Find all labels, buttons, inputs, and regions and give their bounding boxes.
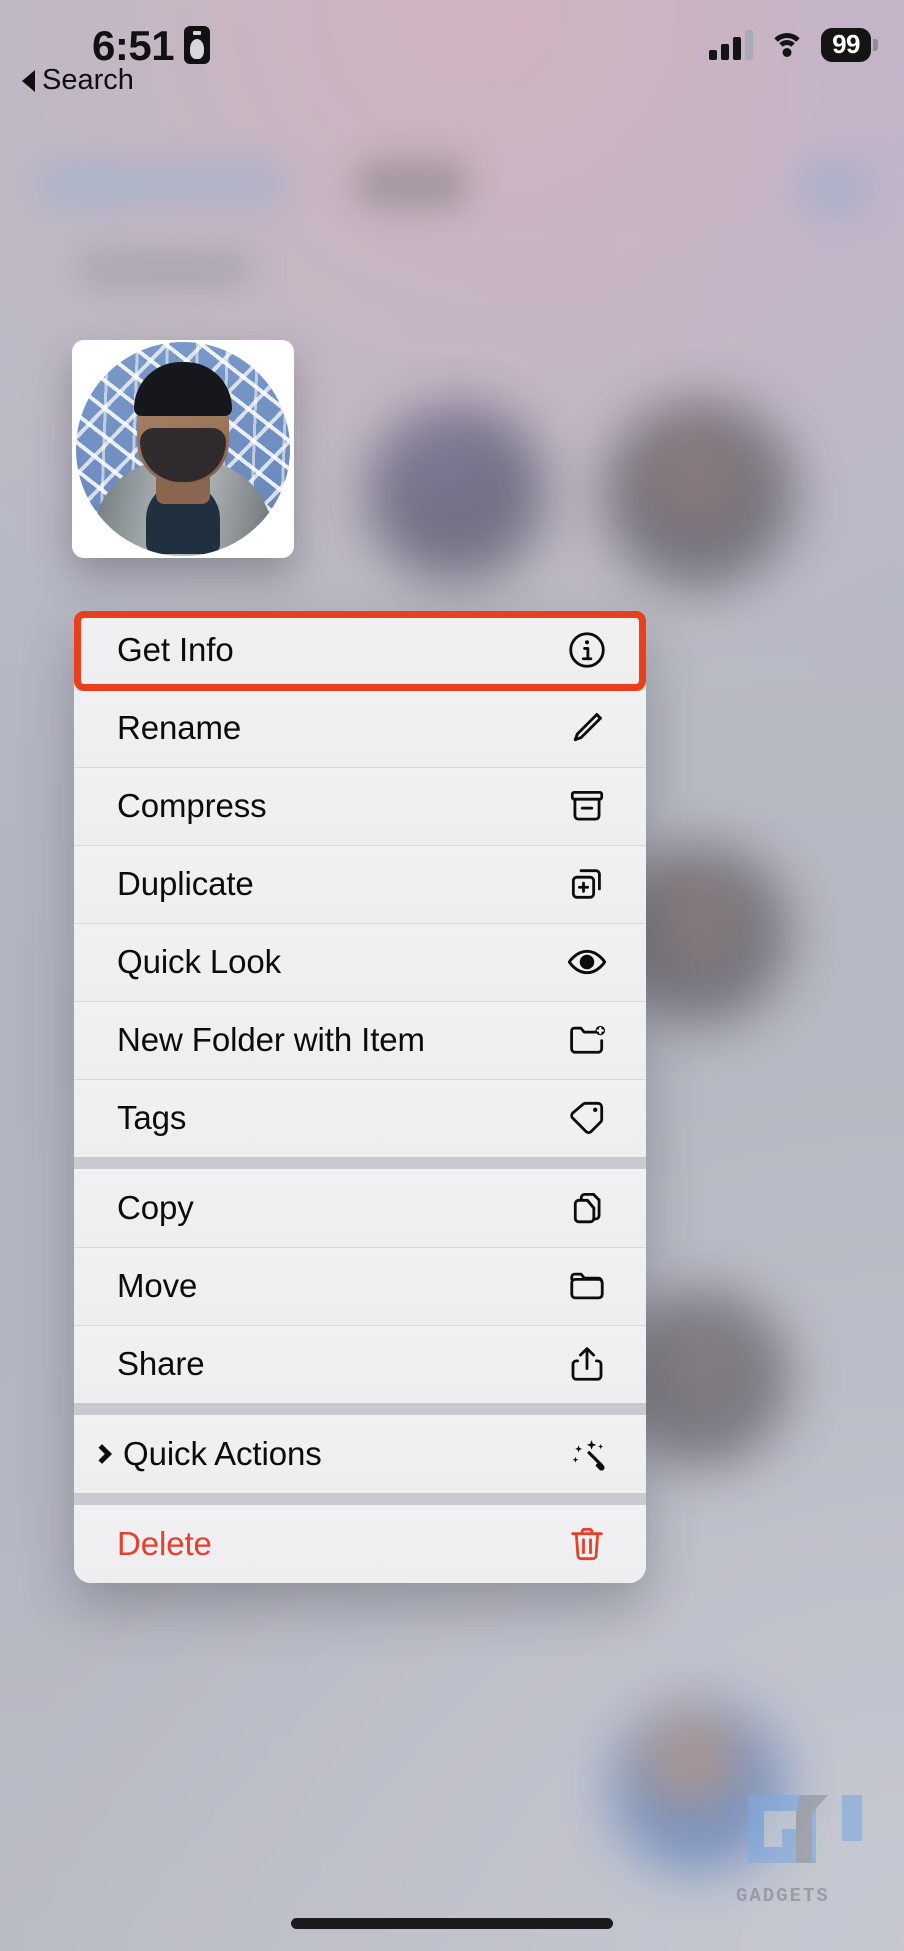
status-bar-indicators: 99 xyxy=(709,28,878,63)
back-chevron-icon xyxy=(22,69,35,92)
wifi-icon xyxy=(769,31,806,59)
info-circle-icon xyxy=(564,627,610,673)
eye-icon xyxy=(564,939,610,985)
selected-file-thumbnail[interactable] xyxy=(72,340,294,558)
contact-photo xyxy=(76,342,290,556)
copy-documents-icon xyxy=(564,1185,610,1231)
context-menu[interactable]: Get Info Rename Compress Duplicate Quick… xyxy=(74,611,646,1583)
menu-group-separator xyxy=(74,1493,646,1505)
watermark-text: GADGETS xyxy=(736,1885,830,1907)
context-menu-group-1: Get Info Rename Compress Duplicate Quick… xyxy=(74,611,646,1157)
photo-hair xyxy=(134,362,232,416)
menu-item-label: New Folder with Item xyxy=(117,1021,425,1058)
folder-plus-icon xyxy=(564,1017,610,1063)
tag-icon xyxy=(564,1095,610,1141)
menu-item-label: Move xyxy=(117,1267,198,1304)
menu-item-copy[interactable]: Copy xyxy=(74,1169,646,1247)
battery-nub-icon xyxy=(873,39,878,52)
battery-indicator: 99 xyxy=(821,28,878,63)
back-to-search-button[interactable]: Search xyxy=(22,64,134,97)
menu-item-duplicate[interactable]: Duplicate xyxy=(74,845,646,923)
menu-item-label: Compress xyxy=(117,787,267,824)
menu-item-label: Share xyxy=(117,1345,205,1382)
menu-item-label: Quick Actions xyxy=(123,1435,322,1472)
menu-item-delete[interactable]: Delete xyxy=(74,1505,646,1583)
context-menu-group-2: Copy Move Share xyxy=(74,1169,646,1403)
back-button-label: Search xyxy=(42,64,134,96)
sparkles-wand-icon xyxy=(564,1431,610,1477)
iphone-screen: 6:51 Search 99 Get Info Rename Compress … xyxy=(0,0,904,1951)
menu-item-label: Tags xyxy=(117,1099,187,1136)
menu-item-label: Copy xyxy=(117,1189,194,1226)
menu-item-new-folder-with-item[interactable]: New Folder with Item xyxy=(74,1001,646,1079)
cellular-signal-icon xyxy=(709,30,754,61)
gadgets-to-use-watermark: GADGETS xyxy=(730,1789,896,1909)
share-icon xyxy=(564,1341,610,1387)
menu-item-quick-look[interactable]: Quick Look xyxy=(74,923,646,1001)
menu-group-separator xyxy=(74,1403,646,1415)
menu-item-label: Quick Look xyxy=(117,943,282,980)
menu-item-get-info[interactable]: Get Info xyxy=(74,611,646,689)
menu-item-label: Delete xyxy=(117,1525,212,1562)
context-menu-group-4: Delete xyxy=(74,1505,646,1583)
menu-item-move[interactable]: Move xyxy=(74,1247,646,1325)
folder-icon xyxy=(564,1263,610,1309)
chevron-right-icon xyxy=(92,1444,112,1464)
portrait-lock-icon xyxy=(184,26,210,64)
status-bar-clock: 6:51 xyxy=(92,22,175,69)
menu-group-separator xyxy=(74,1157,646,1169)
context-menu-group-3: Quick Actions xyxy=(74,1415,646,1493)
menu-item-rename[interactable]: Rename xyxy=(74,689,646,767)
status-bar: 6:51 Search 99 xyxy=(0,0,904,112)
menu-item-label: Rename xyxy=(117,709,242,746)
archive-box-icon xyxy=(564,783,610,829)
duplicate-icon xyxy=(564,861,610,907)
menu-item-share[interactable]: Share xyxy=(74,1325,646,1403)
home-indicator[interactable] xyxy=(291,1918,613,1929)
menu-item-label: Duplicate xyxy=(117,865,254,902)
menu-item-compress[interactable]: Compress xyxy=(74,767,646,845)
menu-item-quick-actions[interactable]: Quick Actions xyxy=(74,1415,646,1493)
battery-level-label: 99 xyxy=(821,28,871,63)
pencil-icon xyxy=(564,705,610,751)
menu-item-label: Get Info xyxy=(117,631,234,668)
trash-icon xyxy=(564,1521,610,1567)
menu-item-tags[interactable]: Tags xyxy=(74,1079,646,1157)
